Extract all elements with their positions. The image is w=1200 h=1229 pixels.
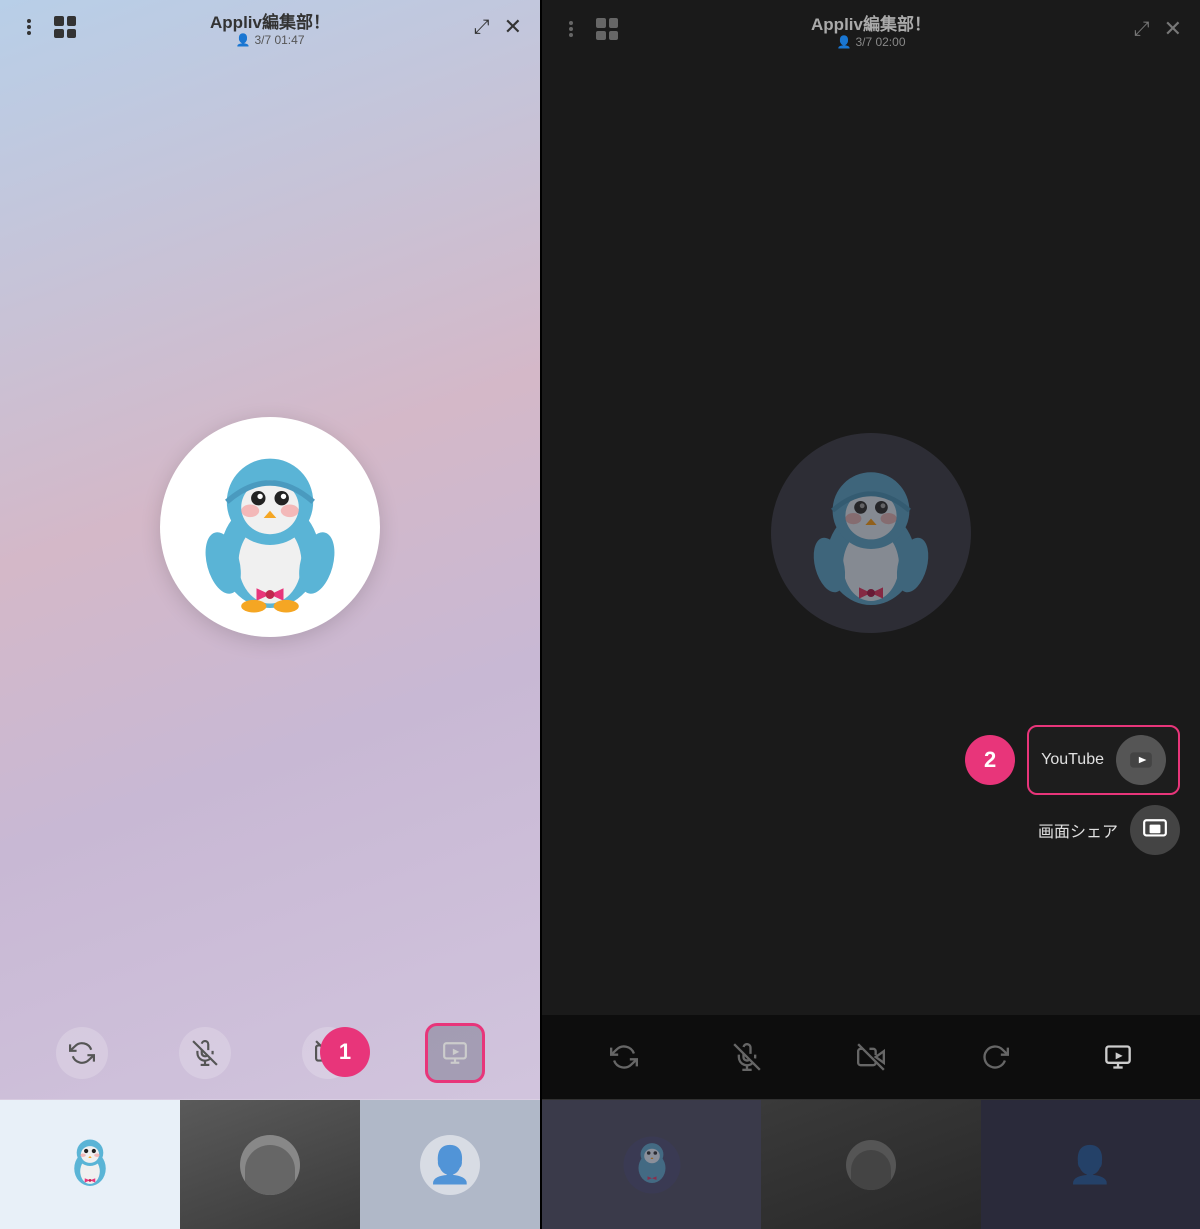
right-refresh-icon xyxy=(981,1043,1009,1071)
right-header-icons: ⤢ ✕ xyxy=(474,16,522,38)
right-shrink-icon[interactable]: ⤢ xyxy=(1134,18,1150,41)
right-thumbnail-2[interactable] xyxy=(761,1100,980,1229)
screen-share-button[interactable] xyxy=(1130,805,1180,855)
right-video-off-button[interactable] xyxy=(845,1031,897,1083)
penguin-avatar xyxy=(180,437,360,617)
right-rotate-button[interactable] xyxy=(598,1031,650,1083)
shrink-icon[interactable]: ⤢ xyxy=(474,17,490,37)
right-refresh-button[interactable] xyxy=(969,1031,1021,1083)
right-video-off-icon xyxy=(857,1043,885,1071)
right-play-icon xyxy=(1104,1043,1132,1071)
right-mute-button[interactable] xyxy=(721,1031,773,1083)
right-thumbnail-1[interactable] xyxy=(542,1100,761,1229)
screen-share-row: 画面シェア xyxy=(965,805,1180,855)
screen-share-icon xyxy=(1142,817,1168,843)
more-icon[interactable] xyxy=(18,16,40,38)
right-main-area: 2 YouTube 画面シェア xyxy=(542,50,1200,1015)
left-header-icons xyxy=(18,16,76,38)
rotate-icon xyxy=(69,1040,95,1066)
left-header: Appliv編集部！ 👤 3/7 01:47 ⤢ ✕ xyxy=(0,0,540,46)
right-play-button[interactable] xyxy=(1092,1031,1144,1083)
right-more-icon[interactable] xyxy=(560,18,582,40)
right-header: Appliv編集部！ 👤 3/7 02:00 ⤢ ✕ xyxy=(542,0,1200,50)
left-panel: Appliv編集部！ 👤 3/7 01:47 ⤢ ✕ xyxy=(0,0,540,1229)
person-count-icon: 👤 xyxy=(235,33,250,47)
grid-icon[interactable] xyxy=(54,16,76,38)
call-info: 👤 3/7 01:47 xyxy=(235,33,304,47)
right-call-title: Appliv編集部！ xyxy=(811,10,931,35)
youtube-button[interactable] xyxy=(1116,735,1166,785)
play-icon xyxy=(442,1040,468,1066)
right-close-icon[interactable]: ✕ xyxy=(1164,16,1182,42)
right-grid-icon[interactable] xyxy=(596,18,618,40)
badge-1: 1 xyxy=(320,1027,370,1077)
youtube-option[interactable]: YouTube xyxy=(1027,725,1180,795)
right-call-subtitle: 3/7 02:00 xyxy=(855,35,905,49)
right-call-info: 👤 3/7 02:00 xyxy=(836,35,905,49)
right-rotate-icon xyxy=(610,1043,638,1071)
right-toolbar xyxy=(542,1015,1200,1099)
youtube-share-row: 2 YouTube xyxy=(965,725,1180,795)
mic-off-icon xyxy=(192,1040,218,1066)
mute-button[interactable] xyxy=(179,1027,231,1079)
close-icon[interactable]: ✕ xyxy=(504,16,522,38)
screen-share-label: 画面シェア xyxy=(1038,818,1118,842)
left-thumbnails: 👤 xyxy=(0,1099,540,1229)
share-menu: 2 YouTube 画面シェア xyxy=(965,725,1180,855)
right-header-right-icons: ⤢ ✕ xyxy=(1134,16,1182,42)
right-header-center: Appliv編集部！ 👤 3/7 02:00 xyxy=(811,10,931,49)
person-placeholder: 👤 xyxy=(420,1135,480,1195)
right-penguin-avatar xyxy=(791,453,951,613)
left-main-area xyxy=(0,46,540,1007)
left-toolbar: 1 xyxy=(0,1007,540,1099)
badge-2: 2 xyxy=(965,735,1015,785)
rotate-button[interactable] xyxy=(56,1027,108,1079)
right-thumbnails: 👤 xyxy=(542,1099,1200,1229)
avatar-circle xyxy=(160,417,380,637)
call-subtitle: 3/7 01:47 xyxy=(254,33,304,47)
thumbnail-2[interactable] xyxy=(180,1100,360,1229)
right-person-icon: 👤 xyxy=(836,35,851,49)
youtube-icon xyxy=(1128,747,1154,773)
header-center: Appliv編集部！ 👤 3/7 01:47 xyxy=(210,8,330,47)
thumbnail-1[interactable] xyxy=(0,1100,180,1229)
right-header-left-icons xyxy=(560,18,618,40)
youtube-label: YouTube xyxy=(1041,751,1104,769)
thumbnail-3[interactable]: 👤 xyxy=(360,1100,540,1229)
share-play-button[interactable] xyxy=(425,1023,485,1083)
right-avatar-circle xyxy=(771,433,971,633)
right-thumb-penguin xyxy=(622,1135,682,1195)
thumb-penguin xyxy=(55,1130,125,1200)
right-mic-off-icon xyxy=(733,1043,761,1071)
call-title: Appliv編集部！ xyxy=(210,8,330,33)
right-thumbnail-3[interactable]: 👤 xyxy=(981,1100,1200,1229)
right-panel: Appliv編集部！ 👤 3/7 02:00 ⤢ ✕ xyxy=(542,0,1200,1229)
